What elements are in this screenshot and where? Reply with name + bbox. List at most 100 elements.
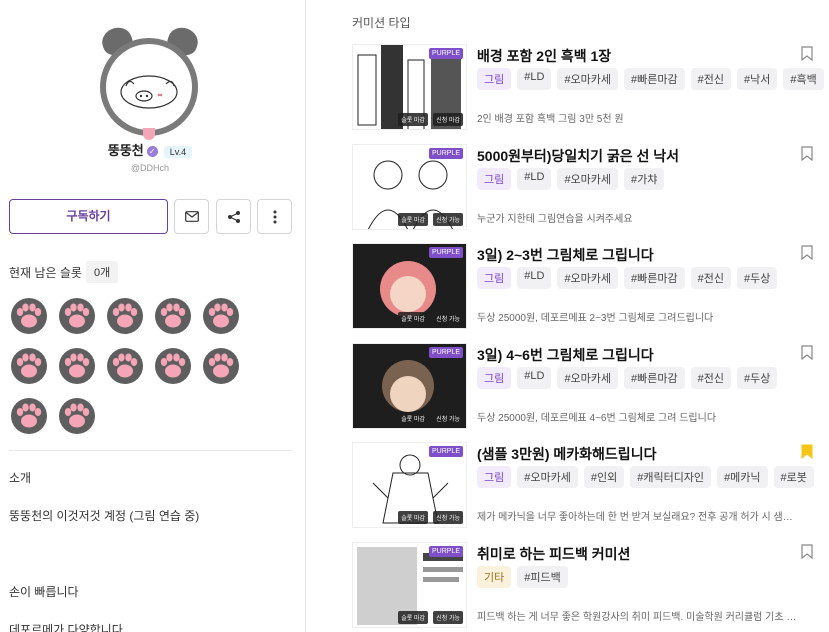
profile-handle: @DDHch (130, 163, 170, 173)
hashtag[interactable]: #오마카세 (557, 68, 619, 90)
bookmark-icon[interactable] (801, 46, 813, 62)
paw-slot-icon (10, 347, 48, 385)
hashtag[interactable]: #빠른마감 (624, 267, 685, 289)
commission-thumbnail[interactable]: PURPLE 슬롯 마감 신청 가능 (352, 144, 467, 230)
commission-description: 제가 메카닉을 너무 좋아하는데 한 번 받겨 보실래요? 전후 공개 허가 시… (477, 512, 793, 523)
paw-slot-icon (106, 297, 144, 335)
purple-badge: PURPLE (428, 446, 463, 457)
more-button[interactable] (257, 199, 292, 234)
commission-title[interactable]: 5000원부터)당일치기 굵은 선 낙서 (477, 146, 679, 166)
tag-list: 그림 #LD #오마카세 #빠른마감 #전신 #낙서 #흑백 (477, 68, 824, 90)
commission-thumbnail[interactable]: PURPLE 슬롯 마감 신청 가능 (352, 243, 467, 329)
hashtag[interactable]: #캐릭터디자인 (630, 466, 712, 488)
category-tag[interactable]: 기타 (477, 566, 512, 588)
hashtag[interactable]: #LD (517, 68, 552, 90)
commission-card[interactable]: PURPLE 슬롯 마감 신청 가능 3일) 4~6번 그림체로 그립니다 그림 #LD #… (352, 343, 822, 431)
tag-list: 그림 #LD #오마카세 #빠른마감 #전신 #두상 (477, 367, 778, 389)
request-status-badge: 신청 가능 (433, 213, 463, 226)
level-badge: Lv.4 (163, 145, 193, 158)
hashtag[interactable]: #LD (517, 367, 552, 389)
avatar (98, 23, 202, 140)
hashtag[interactable]: #두상 (737, 267, 778, 289)
request-status-badge: 신청 가능 (433, 312, 463, 325)
paw-slot-icon (58, 297, 96, 335)
message-button[interactable] (174, 199, 209, 234)
commission-thumbnail[interactable]: PURPLE 슬롯 마감 신청 가능 (352, 442, 467, 528)
commission-card[interactable]: PURPLE 슬롯 마감 신청 가능 취미로 하는 피드백 커미션 기타 #피드백 피드백 … (352, 542, 822, 630)
hashtag[interactable]: #전신 (690, 367, 732, 389)
paw-slot-icon (58, 347, 96, 385)
subscribe-button[interactable]: 구독하기 (9, 199, 168, 234)
category-tag[interactable]: 그림 (477, 367, 512, 389)
hashtag[interactable]: #로봇 (773, 466, 814, 488)
tag-list: 그림 #LD #오마카세 #빠른마감 #전신 #두상 (477, 267, 778, 289)
hashtag[interactable]: #LD (517, 168, 552, 190)
hashtag[interactable]: #두상 (737, 367, 778, 389)
bookmark-icon[interactable] (801, 345, 813, 361)
category-tag[interactable]: 그림 (477, 267, 512, 289)
hashtag[interactable]: #피드백 (517, 566, 568, 588)
purple-badge: PURPLE (428, 347, 463, 358)
hashtag[interactable]: #인외 (583, 466, 625, 488)
intro-text-3: 데포르메가 다양합니다 (9, 623, 123, 632)
hashtag[interactable]: #빠른마감 (624, 367, 685, 389)
commission-card[interactable]: PURPLE 슬롯 마감 신청 가능 5000원부터)당일치기 굵은 선 낙서 그림 #L… (352, 144, 822, 232)
hashtag[interactable]: #전신 (690, 68, 732, 90)
commission-title[interactable]: 3일) 4~6번 그림체로 그립니다 (477, 345, 654, 365)
commission-description: 2인 배경 포함 흑백 그림 3만 5천 원 (477, 114, 624, 125)
purple-badge: PURPLE (428, 148, 463, 159)
hashtag[interactable]: #낙서 (737, 68, 778, 90)
hashtag[interactable]: #오마카세 (517, 466, 578, 488)
commission-card[interactable]: PURPLE 슬롯 마감 신청 마감 배경 포함 2인 흑백 1장 그림 #LD #오마카세… (352, 44, 824, 132)
hashtag[interactable]: #전신 (690, 267, 732, 289)
divider (9, 450, 291, 451)
commission-thumbnail[interactable]: PURPLE 슬롯 마감 신청 가능 (352, 542, 467, 628)
commission-card[interactable]: PURPLE 슬롯 마감 신청 가능 (샘플 3만원) 메카화해드립니다 그림 #오마카세… (352, 442, 822, 530)
avatar-tongue (143, 128, 155, 140)
hashtag[interactable]: #LD (517, 267, 552, 289)
hashtag[interactable]: #오마카세 (557, 367, 619, 389)
commission-description: 두상 25000원, 데포르메표 2~3번 그림체로 그려드립니다 (477, 313, 714, 324)
commission-thumbnail[interactable]: PURPLE 슬롯 마감 신청 가능 (352, 343, 467, 429)
pig-drawing-icon (120, 75, 178, 109)
commission-title[interactable]: 배경 포함 2인 흑백 1장 (477, 46, 611, 66)
avatar-image (100, 38, 198, 136)
hashtag[interactable]: #오마카세 (557, 168, 619, 190)
slot-status-badge: 슬롯 마감 (398, 611, 428, 624)
category-tag[interactable]: 그림 (477, 68, 512, 90)
paw-slot-icon (202, 347, 240, 385)
intro-title: 소개 (9, 471, 32, 485)
slot-count-badge: 0개 (86, 261, 119, 283)
commission-title[interactable]: (샘플 3만원) 메카화해드립니다 (477, 444, 656, 464)
hashtag[interactable]: #빠른마감 (624, 68, 685, 90)
bookmark-icon[interactable] (801, 146, 813, 162)
paw-slot-icon (106, 347, 144, 385)
profile-name: 뚱뚱천 (107, 143, 144, 158)
commission-title[interactable]: 취미로 하는 피드백 커미션 (477, 544, 630, 564)
hashtag[interactable]: #오마카세 (557, 267, 619, 289)
bookmark-icon[interactable] (801, 444, 813, 460)
tag-list: 그림 #오마카세 #인외 #캐릭터디자인 #메카닉 #로봇 (477, 466, 814, 488)
commission-thumbnail[interactable]: PURPLE 슬롯 마감 신청 마감 (352, 44, 467, 130)
request-status-badge: 신청 가능 (433, 511, 463, 524)
commission-title[interactable]: 3일) 2~3번 그림체로 그립니다 (477, 245, 654, 265)
hashtag[interactable]: #메카닉 (717, 466, 768, 488)
category-tag[interactable]: 그림 (477, 168, 512, 190)
bookmark-icon[interactable] (801, 245, 813, 261)
profile-panel: 뚱뚱천 ✓ Lv.4 @DDHch 구독하기 현재 남은 슬롯 0개 소개 뚱뚱천의 (0, 0, 306, 632)
slot-status-badge: 슬롯 마감 (398, 213, 428, 226)
slot-label: 현재 남은 슬롯 (9, 266, 82, 280)
paw-slot-icon (10, 397, 48, 435)
commission-description: 두상 25000원, 데포르메표 4~6번 그림체로 그려 드립니다 (477, 413, 717, 424)
share-button[interactable] (216, 199, 251, 234)
hashtag[interactable]: #흑백 (783, 68, 824, 90)
purple-badge: PURPLE (428, 48, 463, 59)
slot-status-badge: 슬롯 마감 (398, 511, 428, 524)
commission-card[interactable]: PURPLE 슬롯 마감 신청 가능 3일) 2~3번 그림체로 그립니다 그림 #LD #… (352, 243, 822, 331)
profile-name-row: 뚱뚱천 ✓ Lv.4 (0, 140, 300, 159)
verified-icon: ✓ (146, 146, 158, 158)
category-tag[interactable]: 그림 (477, 466, 512, 488)
mail-icon (184, 211, 199, 222)
bookmark-icon[interactable] (801, 544, 813, 560)
hashtag[interactable]: #가챠 (624, 168, 665, 190)
